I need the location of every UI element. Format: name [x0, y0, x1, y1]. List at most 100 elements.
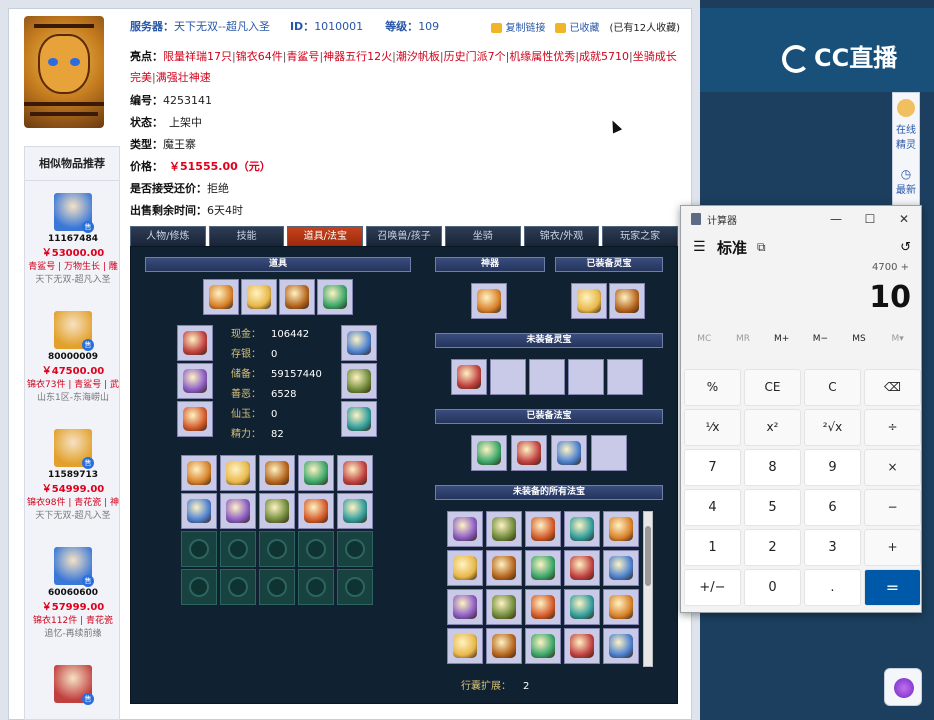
item-slot[interactable] — [564, 589, 600, 625]
tab-4[interactable]: 召唤兽/孩子 — [366, 226, 442, 246]
calc-key-21[interactable]: +/− — [684, 569, 741, 606]
calc-key-10[interactable]: 8 — [744, 449, 801, 486]
favorite-button[interactable]: 已收藏 — [555, 19, 599, 34]
recommended-item[interactable]: 售 11589713 ￥54999.00 锦衣98件 | 青花瓷 | 神天下无双-超凡… — [25, 429, 121, 521]
spirit-slot[interactable] — [568, 359, 604, 395]
calc-key-6[interactable]: x² — [744, 409, 801, 446]
item-slot[interactable] — [181, 455, 217, 491]
calc-key-5[interactable]: ¹⁄x — [684, 409, 741, 446]
item-slot[interactable] — [603, 589, 639, 625]
item-slot[interactable] — [447, 550, 483, 586]
item-slot[interactable] — [241, 279, 277, 315]
item-slot[interactable] — [471, 435, 507, 471]
calc-key-18[interactable]: 2 — [744, 529, 801, 566]
tab-2[interactable]: 技能 — [208, 226, 285, 246]
item-slot[interactable] — [609, 283, 645, 319]
calc-key-14[interactable]: 5 — [744, 489, 801, 526]
item-slot[interactable] — [181, 493, 217, 529]
recommended-item[interactable]: 售 — [25, 665, 121, 706]
item-slot[interactable] — [341, 401, 377, 437]
item-slot[interactable] — [564, 628, 600, 664]
calc-key-11[interactable]: 9 — [804, 449, 861, 486]
empty-slot[interactable] — [220, 569, 256, 605]
spirit-slot[interactable] — [490, 359, 526, 395]
item-slot[interactable] — [551, 435, 587, 471]
memory-button-3[interactable]: M+ — [762, 334, 801, 344]
calc-key-23[interactable]: . — [804, 569, 861, 606]
item-slot[interactable] — [486, 628, 522, 664]
item-slot[interactable] — [451, 359, 487, 395]
tab-6[interactable]: 锦衣/外观 — [523, 226, 600, 246]
item-slot[interactable] — [447, 589, 483, 625]
item-slot[interactable] — [341, 325, 377, 361]
item-slot[interactable] — [220, 455, 256, 491]
calc-key-7[interactable]: ²√x — [804, 409, 861, 446]
calc-key-16[interactable]: − — [864, 489, 921, 526]
empty-slot[interactable] — [298, 531, 334, 567]
treasure-scroll-thumb[interactable] — [645, 526, 651, 586]
item-slot[interactable] — [525, 550, 561, 586]
calc-key-15[interactable]: 6 — [804, 489, 861, 526]
item-slot[interactable] — [486, 550, 522, 586]
item-slot[interactable] — [279, 279, 315, 315]
item-slot[interactable] — [177, 325, 213, 361]
item-slot[interactable] — [203, 279, 239, 315]
recommended-item[interactable]: 售 11167484 ￥53000.00 青鲨号 | 万物生长 | 雕天下无双-超凡入… — [25, 193, 121, 285]
clock-icon[interactable]: ◷ — [893, 167, 919, 181]
empty-slot[interactable] — [337, 531, 373, 567]
item-slot[interactable] — [317, 279, 353, 315]
spirit-slot[interactable] — [607, 359, 643, 395]
treasure-slot[interactable] — [591, 435, 627, 471]
item-slot[interactable] — [447, 511, 483, 547]
item-slot[interactable] — [525, 511, 561, 547]
item-slot[interactable] — [337, 455, 373, 491]
calc-key-1[interactable]: % — [684, 369, 741, 406]
item-slot[interactable] — [259, 493, 295, 529]
calc-key-24[interactable]: = — [864, 569, 921, 606]
item-slot[interactable] — [486, 511, 522, 547]
calc-key-13[interactable]: 4 — [684, 489, 741, 526]
menu-icon[interactable]: ☰ — [693, 239, 707, 255]
calc-key-9[interactable]: 7 — [684, 449, 741, 486]
item-slot[interactable] — [447, 628, 483, 664]
empty-slot[interactable] — [181, 531, 217, 567]
calc-key-20[interactable]: + — [864, 529, 921, 566]
history-icon[interactable]: ↺ — [900, 240, 911, 255]
minimize-button[interactable]: — — [819, 212, 853, 226]
recommended-item[interactable]: 售 80000009 ￥47500.00 锦衣73件 | 青鲨号 | 武山东1区-东海… — [25, 311, 121, 403]
memory-button-5[interactable]: MS — [840, 334, 879, 344]
memory-button-1[interactable]: MC — [685, 334, 724, 344]
item-slot[interactable] — [337, 493, 373, 529]
memory-button-4[interactable]: M− — [801, 334, 840, 344]
item-slot[interactable] — [525, 628, 561, 664]
item-slot[interactable] — [603, 511, 639, 547]
item-slot[interactable] — [259, 455, 295, 491]
item-slot[interactable] — [177, 363, 213, 399]
tab-7[interactable]: 玩家之家 — [602, 226, 679, 246]
treasure-scrollbar[interactable] — [643, 511, 653, 667]
item-slot[interactable] — [177, 401, 213, 437]
empty-slot[interactable] — [298, 569, 334, 605]
item-slot[interactable] — [486, 589, 522, 625]
calc-key-17[interactable]: 1 — [684, 529, 741, 566]
calc-key-12[interactable]: × — [864, 449, 921, 486]
empty-slot[interactable] — [181, 569, 217, 605]
calc-key-22[interactable]: 0 — [744, 569, 801, 606]
item-slot[interactable] — [341, 363, 377, 399]
item-slot[interactable] — [298, 493, 334, 529]
item-slot[interactable] — [564, 550, 600, 586]
memory-button-2[interactable]: MR — [724, 334, 763, 344]
empty-slot[interactable] — [259, 531, 295, 567]
online-spirit-widget[interactable]: 在线 精灵 ◷ 最新 — [892, 92, 920, 212]
calc-key-4[interactable]: ⌫ — [864, 369, 921, 406]
empty-slot[interactable] — [220, 531, 256, 567]
calc-key-8[interactable]: ÷ — [864, 409, 921, 446]
item-slot[interactable] — [564, 511, 600, 547]
empty-slot[interactable] — [337, 569, 373, 605]
copy-link-button[interactable]: 复制链接 — [491, 19, 545, 34]
close-button[interactable]: ✕ — [887, 212, 921, 226]
tab-3[interactable]: 道具/法宝 — [287, 226, 364, 246]
keep-on-top-icon[interactable]: ⧉ — [757, 240, 766, 255]
item-slot[interactable] — [603, 628, 639, 664]
item-slot[interactable] — [471, 283, 507, 319]
